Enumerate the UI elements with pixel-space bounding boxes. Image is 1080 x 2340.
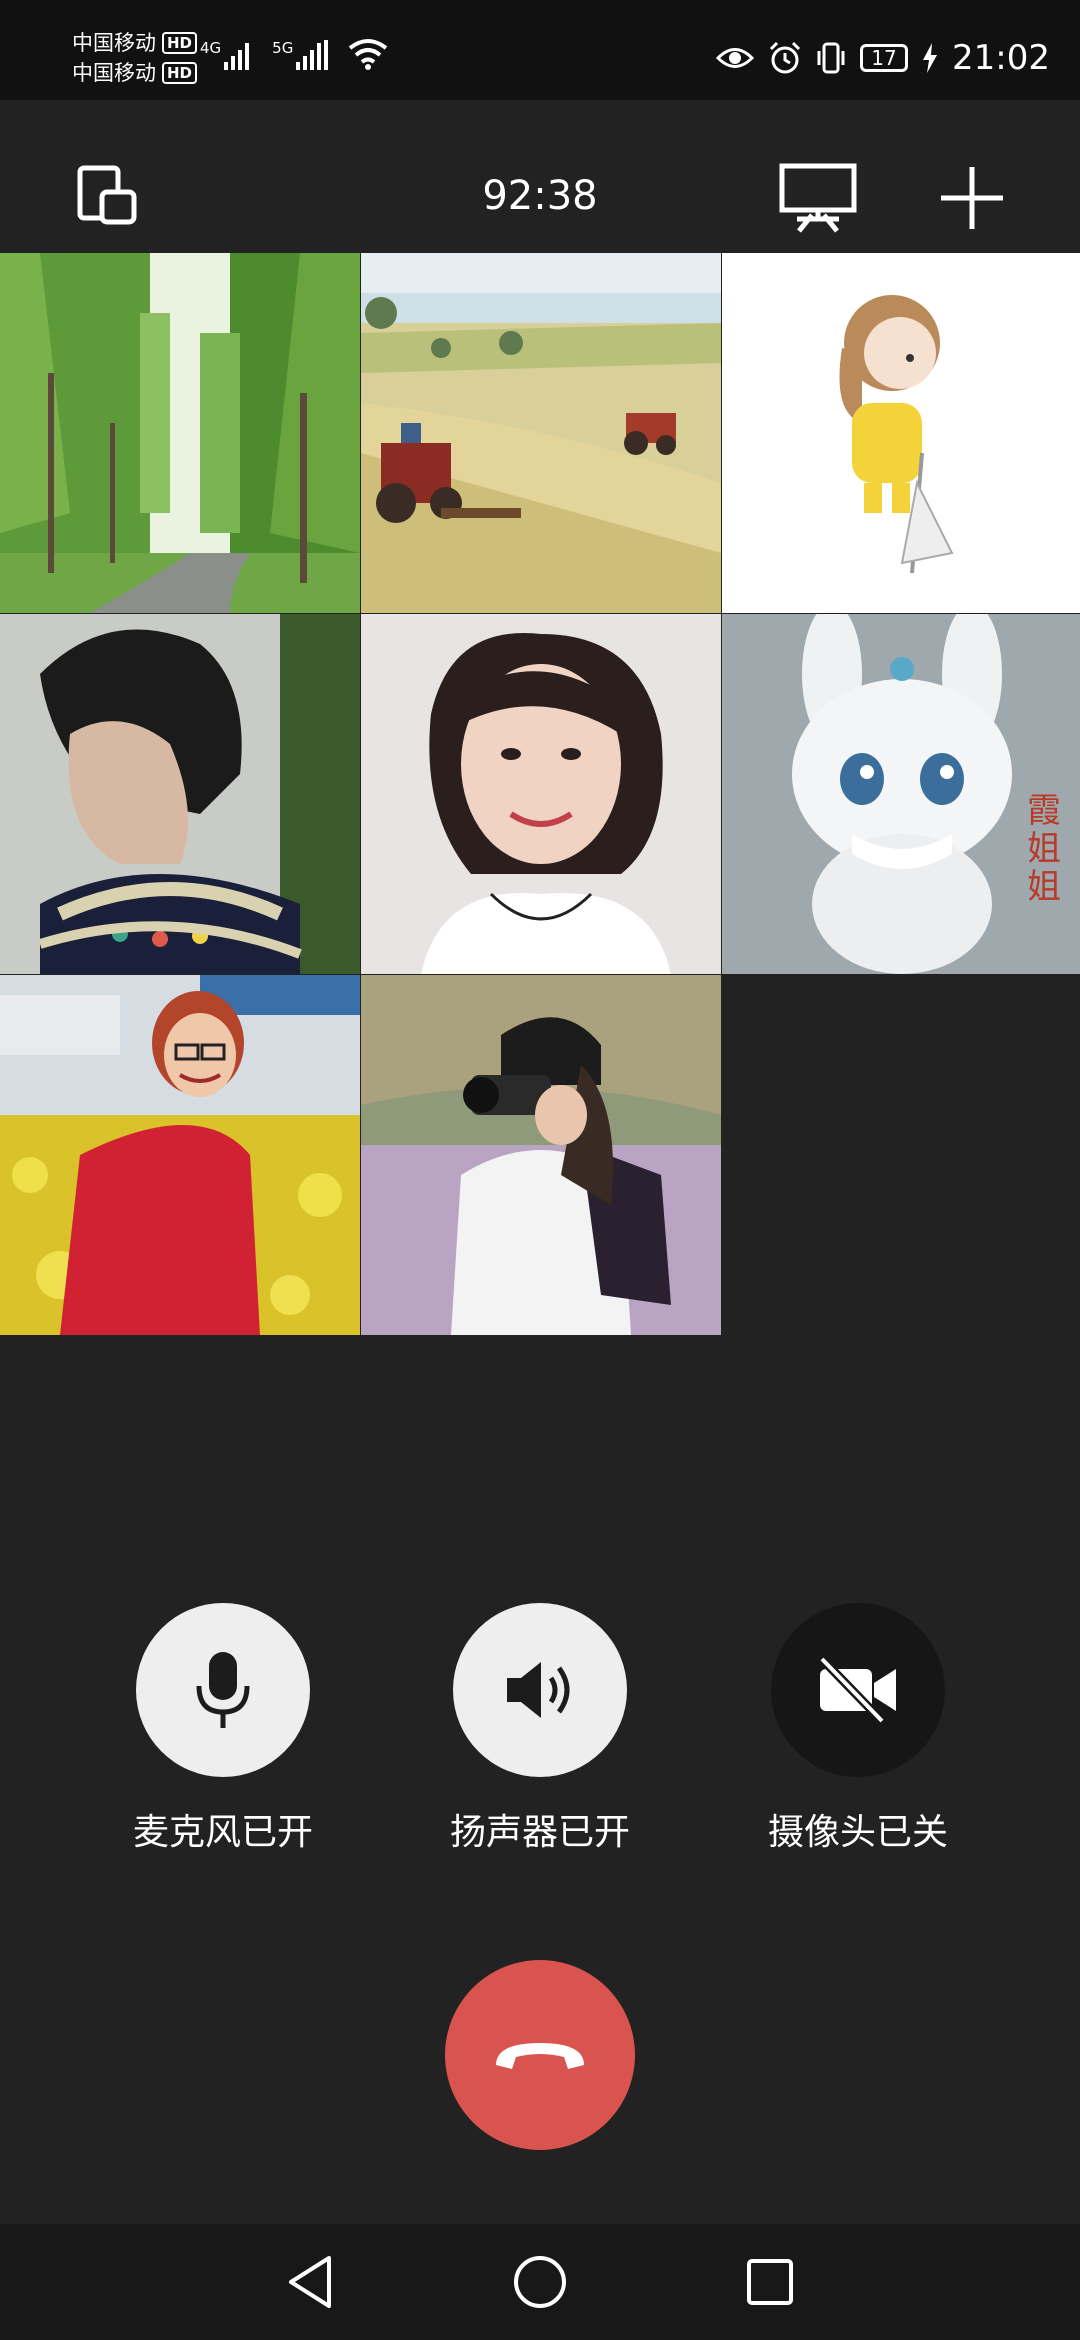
participant-tile-7[interactable] — [0, 975, 360, 1335]
hd-badge-2: HD — [162, 62, 198, 84]
signal-indicators: 4G 5G — [200, 38, 388, 70]
participant-tile-5[interactable] — [361, 614, 721, 974]
mic-label: 麦克风已开 — [132, 1812, 313, 1853]
alarm-icon — [769, 41, 801, 74]
mic-control[interactable]: 麦克风已开 — [103, 1603, 343, 1855]
camera-label: 摄像头已关 — [767, 1812, 948, 1853]
signal-bars-icon — [296, 40, 329, 70]
rabbit-text-1: 霞 — [1027, 791, 1061, 831]
avatar: 霞 姐 姐 — [722, 614, 1080, 974]
charging-icon — [923, 43, 938, 73]
participant-tile-1[interactable] — [0, 253, 360, 613]
participant-tile-3[interactable] — [722, 253, 1080, 613]
avatar — [0, 253, 360, 613]
speaker-button[interactable] — [453, 1603, 627, 1777]
avatar — [722, 253, 1080, 613]
hd-badge-1: HD — [162, 32, 198, 54]
carrier-name-2: 中国移动 — [72, 61, 156, 85]
speaker-icon — [507, 1662, 570, 1718]
participant-tile-2[interactable] — [361, 253, 721, 613]
avatar — [0, 614, 360, 974]
signal-bars-icon — [224, 43, 250, 70]
call-screen: 中国移动 HD 中国移动 HD 4G 5G 17 21:02 92:38 霞 姐… — [0, 0, 1080, 2340]
back-icon[interactable] — [280, 2252, 340, 2312]
carrier-name-1: 中国移动 — [72, 31, 156, 55]
home-icon[interactable] — [510, 2252, 570, 2312]
hang-up-button[interactable] — [445, 1960, 635, 2150]
status-right: 17 21:02 — [716, 38, 1050, 78]
call-duration: 92:38 — [482, 173, 598, 219]
avatar — [0, 975, 360, 1335]
navigation-bar — [0, 2224, 1080, 2340]
network-type-4g: 4G — [200, 39, 222, 57]
rabbit-text-3: 姐 — [1027, 867, 1061, 907]
camera-button[interactable] — [771, 1603, 945, 1777]
switch-window-icon[interactable] — [68, 156, 148, 236]
participant-tile-8[interactable] — [361, 975, 721, 1335]
mic-button[interactable] — [136, 1603, 310, 1777]
battery-indicator: 17 — [860, 44, 909, 72]
status-bar: 中国移动 HD 中国移动 HD 4G 5G 17 21:02 — [0, 0, 1080, 100]
avatar — [361, 975, 721, 1335]
clock: 21:02 — [952, 38, 1050, 78]
camera-control[interactable]: 摄像头已关 — [738, 1603, 978, 1855]
signal-4g: 4G — [200, 40, 254, 70]
participant-tile-6[interactable]: 霞 姐 姐 — [722, 614, 1080, 974]
speaker-control[interactable]: 扬声器已开 — [420, 1603, 660, 1855]
vibrate-icon — [817, 42, 845, 74]
recents-icon[interactable] — [740, 2252, 800, 2312]
rabbit-text-2: 姐 — [1027, 829, 1061, 869]
participant-tile-4[interactable] — [0, 614, 360, 974]
screen-share-icon[interactable] — [778, 158, 858, 238]
avatar — [361, 253, 721, 613]
wifi-icon — [349, 39, 388, 70]
hang-up-icon — [496, 2043, 584, 2069]
network-type-5g: 5G — [272, 39, 294, 57]
speaker-label: 扬声器已开 — [449, 1812, 630, 1853]
microphone-icon — [196, 1652, 250, 1728]
eye-icon — [716, 48, 755, 68]
camera-off-icon — [818, 1655, 896, 1725]
add-icon[interactable] — [932, 158, 1012, 238]
call-top-bar: 92:38 — [0, 100, 1080, 253]
carrier-info: 中国移动 HD 中国移动 HD — [72, 28, 198, 88]
avatar — [361, 614, 721, 974]
signal-5g: 5G — [272, 40, 330, 70]
